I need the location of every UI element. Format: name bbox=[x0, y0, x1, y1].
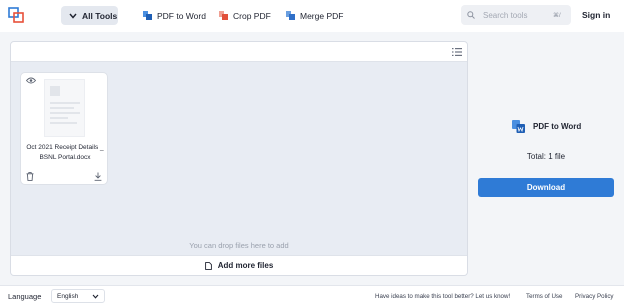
file-name-line-1: Oct 2021 Receipt Details _ bbox=[26, 144, 104, 151]
search-box[interactable]: ⌘/ bbox=[461, 5, 571, 25]
file-workspace[interactable]: Oct 2021 Receipt Details _ BSNL Portal.d… bbox=[10, 41, 468, 276]
file-thumbnail[interactable] bbox=[44, 79, 85, 137]
file-plus-icon bbox=[204, 261, 212, 270]
nav-merge-pdf[interactable]: Merge PDF bbox=[286, 6, 343, 25]
download-button[interactable]: Download bbox=[478, 178, 614, 197]
add-more-files-label: Add more files bbox=[217, 261, 274, 270]
terms-link[interactable]: Terms of Use bbox=[526, 293, 562, 300]
search-shortcut: ⌘/ bbox=[553, 12, 561, 19]
privacy-link[interactable]: Privacy Policy bbox=[575, 293, 614, 300]
workspace-toolbar bbox=[11, 42, 467, 62]
all-tools-button[interactable]: All Tools bbox=[61, 6, 118, 25]
nav-crop-pdf-label: Crop PDF bbox=[233, 10, 271, 21]
drop-hint: You can drop files here to add bbox=[189, 241, 289, 250]
search-input[interactable] bbox=[483, 10, 545, 20]
language-select[interactable]: English bbox=[51, 289, 105, 303]
nav-pdf-to-word-label: PDF to Word bbox=[157, 10, 206, 21]
add-more-files-button[interactable]: Add more files bbox=[11, 255, 467, 275]
all-tools-label: All Tools bbox=[82, 10, 118, 21]
file-name-line-2: BSNL Portal.docx bbox=[39, 154, 91, 161]
nav-crop-pdf[interactable]: Crop PDF bbox=[219, 6, 271, 25]
list-view-button[interactable] bbox=[449, 45, 464, 59]
tool-name: PDF to Word bbox=[533, 122, 582, 131]
total-files: Total: 1 file bbox=[526, 152, 566, 161]
feedback-link[interactable]: Have ideas to make this tool better? Let… bbox=[375, 293, 510, 300]
pdf-to-word-icon bbox=[143, 11, 152, 20]
sign-in-button[interactable]: Sign in bbox=[582, 10, 610, 20]
merge-icon bbox=[286, 11, 295, 20]
file-card[interactable]: Oct 2021 Receipt Details _ BSNL Portal.d… bbox=[20, 72, 108, 185]
file-name: Oct 2021 Receipt Details _ BSNL Portal.d… bbox=[23, 143, 107, 163]
top-bar: All Tools PDF to Word Crop PDF Merge PDF… bbox=[0, 0, 624, 32]
chevron-down-icon bbox=[92, 294, 99, 299]
trash-icon[interactable] bbox=[26, 172, 34, 181]
pdf-to-word-icon bbox=[512, 120, 525, 133]
app-logo-icon[interactable] bbox=[8, 7, 24, 23]
list-view-icon bbox=[451, 48, 462, 56]
nav-pdf-to-word[interactable]: PDF to Word bbox=[143, 6, 206, 25]
crop-icon bbox=[219, 11, 228, 20]
search-icon bbox=[467, 11, 475, 19]
language-value: English bbox=[57, 292, 79, 300]
download-icon[interactable] bbox=[94, 172, 102, 181]
footer: Language English Have ideas to make this… bbox=[0, 285, 624, 305]
chevron-down-icon bbox=[69, 13, 77, 19]
nav-merge-pdf-label: Merge PDF bbox=[300, 10, 344, 21]
eye-icon[interactable] bbox=[26, 77, 36, 84]
language-label: Language bbox=[8, 292, 42, 301]
tool-info: PDF to Word bbox=[512, 120, 581, 133]
